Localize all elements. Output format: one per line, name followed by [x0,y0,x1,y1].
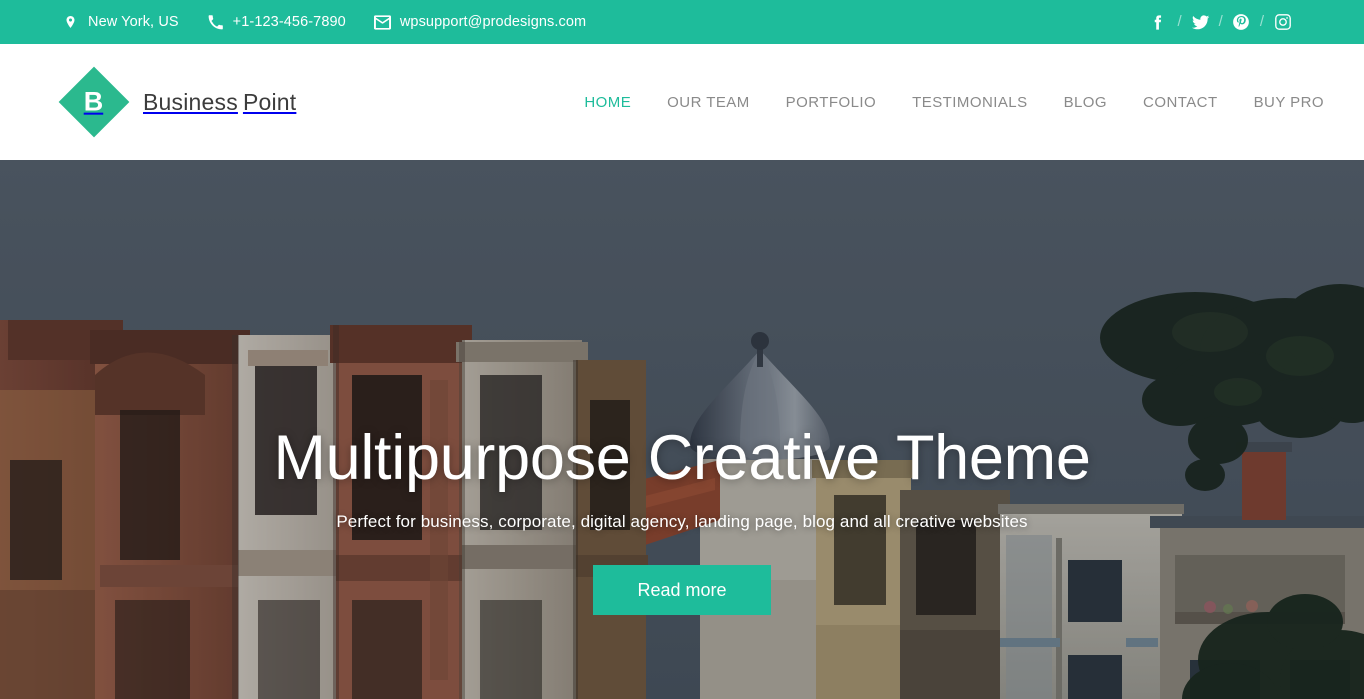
contact-email-text: wpsupport@prodesigns.com [399,13,587,30]
hero-subtitle: Perfect for business, corporate, digital… [336,512,1028,532]
nav-item-buy-pro[interactable]: BUY PRO [1236,95,1324,110]
nav-item-contact[interactable]: CONTACT [1125,95,1236,110]
map-pin-icon [62,14,79,31]
instagram-icon[interactable] [1273,13,1292,32]
phone-icon [207,14,224,31]
twitter-icon[interactable] [1191,13,1210,32]
social-separator: / [1259,12,1264,30]
site-title: Business Point [143,89,296,116]
envelope-icon [373,14,391,31]
top-contact-bar: New York, US +1-123-456-7890 wpsupport@p… [0,0,1364,44]
site-header: B Business Point HOME OUR TEAM PORTFOLIO … [0,44,1364,160]
nav-item-portfolio[interactable]: PORTFOLIO [768,95,894,110]
site-title-first: Business [143,88,238,115]
pinterest-icon[interactable] [1232,13,1251,32]
facebook-icon[interactable] [1149,13,1168,32]
social-separator: / [1218,12,1223,30]
main-navigation: HOME OUR TEAM PORTFOLIO TESTIMONIALS BLO… [566,95,1324,110]
contact-info-group: New York, US +1-123-456-7890 wpsupport@p… [62,14,614,31]
hero-content: Multipurpose Creative Theme Perfect for … [0,160,1364,699]
nav-item-our-team[interactable]: OUR TEAM [649,95,768,110]
nav-item-home[interactable]: HOME [566,95,649,110]
read-more-button[interactable]: Read more [593,565,771,616]
hero-title: Multipurpose Creative Theme [273,423,1091,493]
nav-item-testimonials[interactable]: TESTIMONIALS [894,95,1045,110]
contact-location-text: New York, US [88,13,179,30]
logo-letter: B [84,86,104,117]
site-title-second: Point [242,88,297,115]
contact-phone: +1-123-456-7890 [207,14,346,31]
contact-phone-text: +1-123-456-7890 [232,13,346,30]
logo-diamond-icon: B [58,66,130,138]
social-links-group: / / / [1149,13,1344,32]
site-logo[interactable]: B Business Point [58,66,296,138]
social-separator: / [1177,12,1182,30]
contact-email: wpsupport@prodesigns.com [373,13,587,31]
contact-location: New York, US [62,14,179,31]
nav-item-blog[interactable]: BLOG [1046,95,1125,110]
hero-banner: Multipurpose Creative Theme Perfect for … [0,160,1364,699]
